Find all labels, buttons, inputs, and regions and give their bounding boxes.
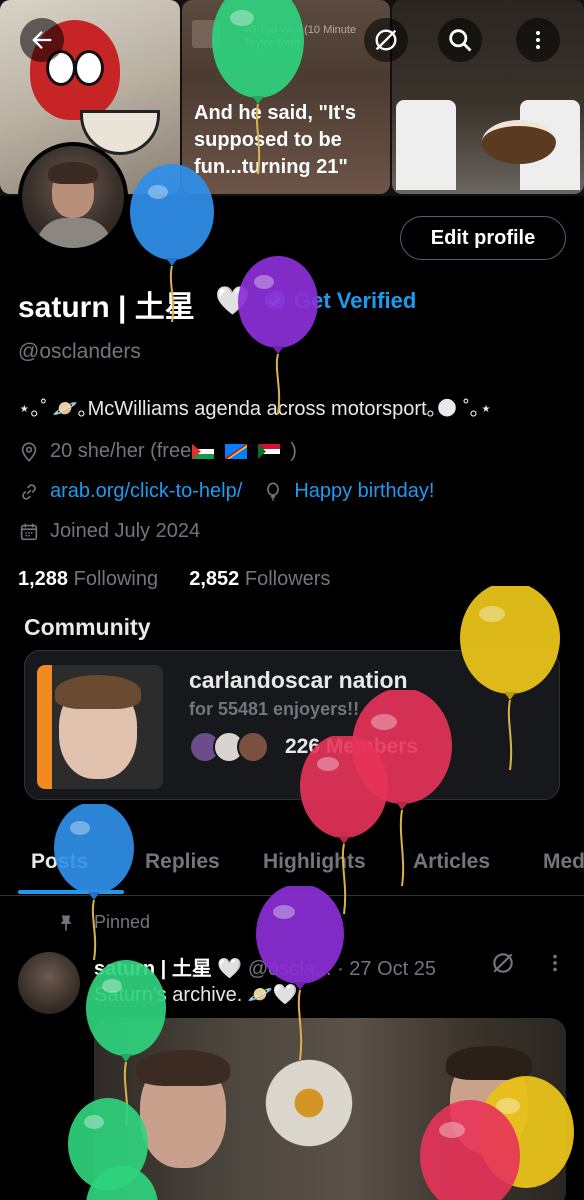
- palestine-flag-icon: [192, 444, 215, 459]
- joined-text: Joined July 2024: [50, 520, 201, 542]
- followers-label: Followers: [244, 568, 331, 590]
- grok-button[interactable]: [364, 18, 408, 62]
- calendar-icon: [20, 523, 38, 540]
- balloon-blue: [54, 804, 134, 961]
- balloon-green: [86, 1166, 158, 1200]
- grok-icon[interactable]: [490, 950, 516, 976]
- tab-replies[interactable]: Replies: [145, 850, 220, 874]
- grok-icon: [375, 29, 397, 51]
- location-row: 20 she/her (free ): [18, 440, 297, 463]
- followers-link[interactable]: 2,852 Followers: [189, 568, 330, 590]
- birthday-link[interactable]: Happy birthday!: [294, 480, 434, 503]
- more-vertical-icon: [536, 31, 540, 49]
- link-icon: [22, 483, 36, 500]
- location-text: 20 she/her (free: [50, 440, 192, 462]
- tab-media[interactable]: Media: [543, 850, 584, 874]
- arrow-left-icon: [32, 31, 52, 49]
- balloon-icon: [267, 481, 280, 501]
- location-suffix: ): [290, 440, 297, 462]
- post-more-icon[interactable]: [544, 952, 566, 974]
- congo-flag-icon: [225, 444, 248, 459]
- balloon-blue: [130, 164, 214, 323]
- website-link[interactable]: arab.org/click-to-help/: [50, 480, 242, 503]
- website-birthday-row: arab.org/click-to-help/ Happy birthday!: [18, 480, 434, 503]
- search-button[interactable]: [438, 18, 482, 62]
- back-button[interactable]: [20, 18, 64, 62]
- balloon-purple: [238, 256, 318, 415]
- following-count: 1,288: [18, 568, 69, 590]
- edit-profile-button[interactable]: Edit profile: [400, 216, 566, 260]
- balloon-red: [420, 1100, 520, 1200]
- follow-stats: 1,288 Following 2,852 Followers: [18, 568, 330, 591]
- balloon-purple: [256, 886, 344, 1061]
- search-icon: [449, 29, 472, 52]
- community-image: [37, 665, 163, 789]
- community-subtitle: for 55481 enjoyers!!: [189, 699, 360, 719]
- profile-handle: @osclanders: [18, 340, 141, 363]
- joined-row: Joined July 2024: [18, 520, 200, 543]
- community-section-title: Community: [24, 614, 151, 640]
- followers-count: 2,852: [189, 568, 240, 590]
- balloon-green: [212, 0, 304, 175]
- location-pin-icon: [21, 441, 37, 462]
- following-label: Following: [73, 568, 159, 590]
- profile-avatar[interactable]: [18, 142, 128, 252]
- sudan-flag-icon: [258, 444, 281, 459]
- more-button[interactable]: [516, 18, 560, 62]
- following-link[interactable]: 1,288 Following: [18, 568, 158, 590]
- post-date: · 27 Oct 25: [337, 958, 437, 980]
- balloon-yellow: [460, 586, 560, 771]
- member-avatars: [189, 731, 269, 763]
- avatar: [237, 731, 269, 763]
